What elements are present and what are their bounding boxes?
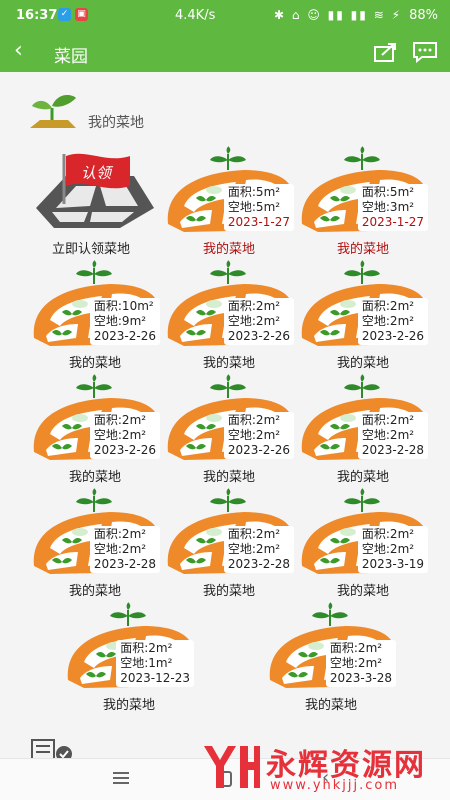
plot-name: 我的菜地 (202, 356, 255, 371)
plot-vacant: 空地:2m² (329, 656, 383, 670)
watermark-logo-text: YH (200, 742, 202, 743)
plot-name: 我的菜地 (202, 584, 255, 599)
plot-date: 2023-2-26 (361, 329, 424, 343)
plot-date: 2023-2-28 (227, 557, 290, 571)
plot-name: 我的菜地 (336, 356, 389, 371)
plot-vacant: 空地:2m² (227, 314, 281, 328)
plot-area: 面积:2m² (227, 527, 281, 541)
plot-name: 我的菜地 (304, 698, 357, 713)
plot-date: 2023-2-26 (93, 443, 156, 457)
plot-name: 我的菜地 (68, 356, 121, 371)
plot-date: 2023-1-27 (227, 215, 290, 229)
claim-plot-label: 立即认领菜地 (51, 242, 130, 257)
plot-area: 面积:5m² (361, 185, 415, 199)
plot-area: 面积:10m² (93, 299, 154, 313)
plot-info: 面积:2m² 空地:2m² 2023-2-28 (89, 526, 160, 573)
plot-card[interactable]: 面积:5m² 空地:5m² 2023-1-27 我的菜地 (164, 146, 294, 257)
plot-name: 我的菜地 (336, 470, 389, 485)
plot-vacant: 空地:2m² (227, 542, 281, 556)
plot-area: 面积:2m² (227, 413, 281, 427)
plot-vacant: 空地:3m² (361, 200, 415, 214)
claim-flag-text: 认领 (81, 164, 114, 182)
plot-card[interactable]: 面积:10m² 空地:9m² 2023-2-26 我的菜地 (30, 260, 160, 371)
plot-card[interactable]: 面积:2m² 空地:2m² 2023-2-26 我的菜地 (164, 374, 294, 485)
plot-vacant: 空地:9m² (93, 314, 147, 328)
plot-name: 我的菜地 (202, 470, 255, 485)
plot-info: 面积:2m² 空地:2m² 2023-2-28 (223, 526, 294, 573)
plot-card[interactable]: 面积:2m² 空地:2m² 2023-3-19 我的菜地 (298, 488, 428, 599)
plot-name: 我的菜地 (336, 584, 389, 599)
plot-area: 面积:2m² (93, 413, 147, 427)
plot-info: 面积:5m² 空地:3m² 2023-1-27 (357, 184, 428, 231)
claim-plot-card[interactable]: 认领 立即认领菜地 (26, 146, 156, 257)
plot-area: 面积:2m² (227, 299, 281, 313)
plot-vacant: 空地:2m² (361, 542, 415, 556)
plot-name: 我的菜地 (336, 242, 389, 257)
plot-name: 我的菜地 (68, 470, 121, 485)
plot-info: 面积:2m² 空地:2m² 2023-2-26 (223, 412, 294, 459)
plot-info: 面积:2m² 空地:2m² 2023-2-26 (89, 412, 160, 459)
plot-vacant: 空地:2m² (93, 428, 147, 442)
plot-info: 面积:2m² 空地:1m² 2023-12-23 (116, 640, 194, 687)
plot-info: 面积:2m² 空地:2m² 2023-2-26 (223, 298, 294, 345)
plot-info: 面积:2m² 空地:2m² 2023-2-26 (357, 298, 428, 345)
plot-date: 2023-2-28 (361, 443, 424, 457)
watermark-logo: YH (200, 742, 260, 788)
plot-date: 2023-2-26 (227, 329, 290, 343)
plot-info: 面积:2m² 空地:2m² 2023-3-28 (325, 640, 396, 687)
plot-date: 2023-3-19 (361, 557, 424, 571)
plot-card[interactable]: 面积:2m² 空地:2m² 2023-2-26 我的菜地 (164, 260, 294, 371)
plot-info: 面积:2m² 空地:2m² 2023-3-19 (357, 526, 428, 573)
plot-area: 面积:2m² (329, 641, 383, 655)
plot-card[interactable]: 面积:2m² 空地:2m² 2023-2-28 我的菜地 (30, 488, 160, 599)
claim-flag-icon: 认领 (36, 153, 154, 228)
plot-date: 2023-2-26 (227, 443, 290, 457)
plot-name: 我的菜地 (202, 242, 255, 257)
plot-area: 面积:2m² (361, 527, 415, 541)
plot-area: 面积:2m² (361, 299, 415, 313)
plot-area: 面积:2m² (120, 641, 173, 655)
plot-vacant: 空地:2m² (361, 314, 415, 328)
plot-vacant: 空地:2m² (227, 428, 281, 442)
plot-grid: 认领 立即认领菜地 面积:5m² 空地:5m² 2023-1-27 我的菜地 面… (0, 0, 450, 800)
plot-card[interactable]: 面积:2m² 空地:2m² 2023-2-28 我的菜地 (164, 488, 294, 599)
plot-date: 2023-12-23 (120, 671, 190, 685)
plot-card[interactable]: 面积:2m² 空地:2m² 2023-2-28 我的菜地 (298, 374, 428, 485)
plot-area: 面积:2m² (93, 527, 147, 541)
plot-date: 2023-3-28 (329, 671, 392, 685)
plot-name: 我的菜地 (102, 698, 155, 713)
plot-vacant: 空地:5m² (227, 200, 281, 214)
watermark: YH 永辉资源网 www.yhkjjj.com (200, 740, 430, 796)
plot-card[interactable]: 面积:2m² 空地:2m² 2023-2-26 我的菜地 (30, 374, 160, 485)
plot-info: 面积:5m² 空地:5m² 2023-1-27 (223, 184, 294, 231)
plot-card[interactable]: 面积:2m² 空地:2m² 2023-3-28 我的菜地 (266, 602, 396, 713)
plot-date: 2023-2-26 (93, 329, 156, 343)
plot-date: 2023-1-27 (361, 215, 424, 229)
plot-vacant: 空地:2m² (361, 428, 415, 442)
plot-info: 面积:10m² 空地:9m² 2023-2-26 (89, 298, 160, 345)
plot-area: 面积:2m² (361, 413, 415, 427)
menu-icon[interactable] (112, 771, 130, 785)
watermark-url: www.yhkjjj.com (270, 778, 400, 793)
plot-vacant: 空地:2m² (93, 542, 147, 556)
plot-area: 面积:5m² (227, 185, 281, 199)
plot-card[interactable]: 面积:2m² 空地:1m² 2023-12-23 我的菜地 (64, 602, 194, 713)
plot-date: 2023-2-28 (93, 557, 156, 571)
plot-info: 面积:2m² 空地:2m² 2023-2-28 (357, 412, 428, 459)
plot-vacant: 空地:1m² (120, 656, 173, 670)
plot-name: 我的菜地 (68, 584, 121, 599)
plot-card[interactable]: 面积:2m² 空地:2m² 2023-2-26 我的菜地 (298, 260, 428, 371)
plot-card[interactable]: 面积:5m² 空地:3m² 2023-1-27 我的菜地 (298, 146, 428, 257)
